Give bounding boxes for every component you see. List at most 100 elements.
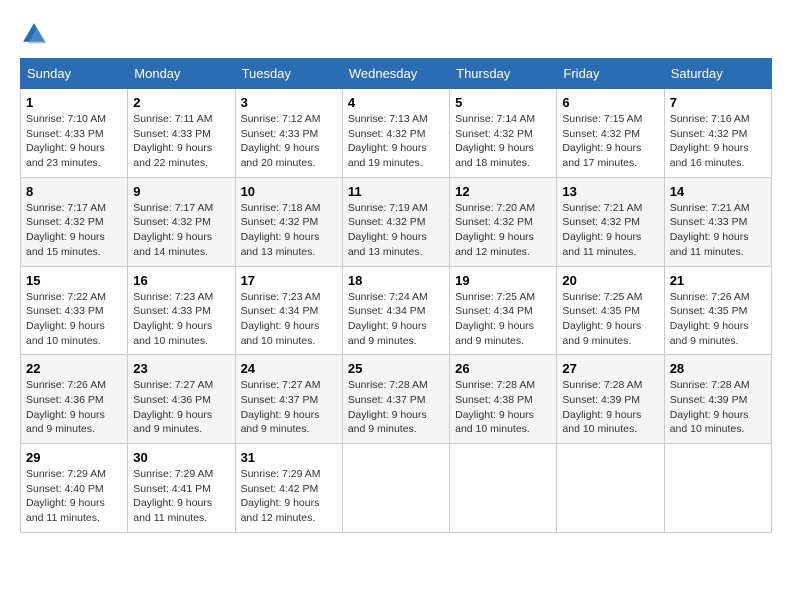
calendar-cell: 9 Sunrise: 7:17 AMSunset: 4:32 PMDayligh… xyxy=(128,177,235,266)
calendar-cell: 19 Sunrise: 7:25 AMSunset: 4:34 PMDaylig… xyxy=(450,266,557,355)
calendar-cell: 15 Sunrise: 7:22 AMSunset: 4:33 PMDaylig… xyxy=(21,266,128,355)
calendar-cell: 8 Sunrise: 7:17 AMSunset: 4:32 PMDayligh… xyxy=(21,177,128,266)
day-info: Sunrise: 7:12 AMSunset: 4:33 PMDaylight:… xyxy=(241,113,321,169)
day-info: Sunrise: 7:28 AMSunset: 4:39 PMDaylight:… xyxy=(562,379,642,435)
calendar-cell: 16 Sunrise: 7:23 AMSunset: 4:33 PMDaylig… xyxy=(128,266,235,355)
calendar-week-1: 1 Sunrise: 7:10 AMSunset: 4:33 PMDayligh… xyxy=(21,89,772,178)
day-info: Sunrise: 7:16 AMSunset: 4:32 PMDaylight:… xyxy=(670,113,750,169)
day-number: 23 xyxy=(133,361,229,376)
calendar-cell: 2 Sunrise: 7:11 AMSunset: 4:33 PMDayligh… xyxy=(128,89,235,178)
calendar-week-3: 15 Sunrise: 7:22 AMSunset: 4:33 PMDaylig… xyxy=(21,266,772,355)
day-info: Sunrise: 7:14 AMSunset: 4:32 PMDaylight:… xyxy=(455,113,535,169)
day-number: 14 xyxy=(670,184,766,199)
day-info: Sunrise: 7:29 AMSunset: 4:41 PMDaylight:… xyxy=(133,468,213,524)
day-number: 1 xyxy=(26,95,122,110)
calendar-cell xyxy=(450,444,557,533)
calendar-cell: 17 Sunrise: 7:23 AMSunset: 4:34 PMDaylig… xyxy=(235,266,342,355)
day-number: 29 xyxy=(26,450,122,465)
day-number: 13 xyxy=(562,184,658,199)
day-info: Sunrise: 7:20 AMSunset: 4:32 PMDaylight:… xyxy=(455,202,535,258)
calendar-week-5: 29 Sunrise: 7:29 AMSunset: 4:40 PMDaylig… xyxy=(21,444,772,533)
day-info: Sunrise: 7:17 AMSunset: 4:32 PMDaylight:… xyxy=(133,202,213,258)
logo xyxy=(20,20,52,48)
logo-icon xyxy=(20,20,48,48)
day-number: 8 xyxy=(26,184,122,199)
day-number: 7 xyxy=(670,95,766,110)
calendar-cell: 11 Sunrise: 7:19 AMSunset: 4:32 PMDaylig… xyxy=(342,177,449,266)
day-info: Sunrise: 7:19 AMSunset: 4:32 PMDaylight:… xyxy=(348,202,428,258)
weekday-header-tuesday: Tuesday xyxy=(235,59,342,89)
day-number: 30 xyxy=(133,450,229,465)
header xyxy=(20,20,772,48)
calendar-cell: 21 Sunrise: 7:26 AMSunset: 4:35 PMDaylig… xyxy=(664,266,771,355)
day-info: Sunrise: 7:28 AMSunset: 4:37 PMDaylight:… xyxy=(348,379,428,435)
calendar-cell xyxy=(664,444,771,533)
day-info: Sunrise: 7:28 AMSunset: 4:39 PMDaylight:… xyxy=(670,379,750,435)
day-info: Sunrise: 7:27 AMSunset: 4:37 PMDaylight:… xyxy=(241,379,321,435)
day-number: 2 xyxy=(133,95,229,110)
day-info: Sunrise: 7:25 AMSunset: 4:35 PMDaylight:… xyxy=(562,291,642,347)
day-info: Sunrise: 7:23 AMSunset: 4:34 PMDaylight:… xyxy=(241,291,321,347)
day-number: 10 xyxy=(241,184,337,199)
day-number: 11 xyxy=(348,184,444,199)
day-info: Sunrise: 7:24 AMSunset: 4:34 PMDaylight:… xyxy=(348,291,428,347)
day-number: 6 xyxy=(562,95,658,110)
day-number: 20 xyxy=(562,273,658,288)
day-info: Sunrise: 7:10 AMSunset: 4:33 PMDaylight:… xyxy=(26,113,106,169)
day-number: 9 xyxy=(133,184,229,199)
day-info: Sunrise: 7:11 AMSunset: 4:33 PMDaylight:… xyxy=(133,113,212,169)
calendar-cell: 28 Sunrise: 7:28 AMSunset: 4:39 PMDaylig… xyxy=(664,355,771,444)
day-info: Sunrise: 7:28 AMSunset: 4:38 PMDaylight:… xyxy=(455,379,535,435)
calendar-cell: 18 Sunrise: 7:24 AMSunset: 4:34 PMDaylig… xyxy=(342,266,449,355)
day-info: Sunrise: 7:25 AMSunset: 4:34 PMDaylight:… xyxy=(455,291,535,347)
day-info: Sunrise: 7:17 AMSunset: 4:32 PMDaylight:… xyxy=(26,202,106,258)
calendar-cell: 12 Sunrise: 7:20 AMSunset: 4:32 PMDaylig… xyxy=(450,177,557,266)
day-number: 5 xyxy=(455,95,551,110)
calendar-cell: 30 Sunrise: 7:29 AMSunset: 4:41 PMDaylig… xyxy=(128,444,235,533)
day-info: Sunrise: 7:18 AMSunset: 4:32 PMDaylight:… xyxy=(241,202,321,258)
calendar-cell: 26 Sunrise: 7:28 AMSunset: 4:38 PMDaylig… xyxy=(450,355,557,444)
day-number: 22 xyxy=(26,361,122,376)
weekday-header-friday: Friday xyxy=(557,59,664,89)
day-info: Sunrise: 7:29 AMSunset: 4:40 PMDaylight:… xyxy=(26,468,106,524)
day-number: 4 xyxy=(348,95,444,110)
calendar-cell: 5 Sunrise: 7:14 AMSunset: 4:32 PMDayligh… xyxy=(450,89,557,178)
day-info: Sunrise: 7:26 AMSunset: 4:36 PMDaylight:… xyxy=(26,379,106,435)
day-info: Sunrise: 7:21 AMSunset: 4:32 PMDaylight:… xyxy=(562,202,642,258)
calendar-cell: 7 Sunrise: 7:16 AMSunset: 4:32 PMDayligh… xyxy=(664,89,771,178)
calendar-cell: 10 Sunrise: 7:18 AMSunset: 4:32 PMDaylig… xyxy=(235,177,342,266)
day-number: 31 xyxy=(241,450,337,465)
day-info: Sunrise: 7:26 AMSunset: 4:35 PMDaylight:… xyxy=(670,291,750,347)
day-info: Sunrise: 7:22 AMSunset: 4:33 PMDaylight:… xyxy=(26,291,106,347)
day-number: 21 xyxy=(670,273,766,288)
calendar-cell: 22 Sunrise: 7:26 AMSunset: 4:36 PMDaylig… xyxy=(21,355,128,444)
calendar-cell xyxy=(557,444,664,533)
day-number: 19 xyxy=(455,273,551,288)
day-info: Sunrise: 7:29 AMSunset: 4:42 PMDaylight:… xyxy=(241,468,321,524)
weekday-header-sunday: Sunday xyxy=(21,59,128,89)
calendar-cell: 1 Sunrise: 7:10 AMSunset: 4:33 PMDayligh… xyxy=(21,89,128,178)
day-info: Sunrise: 7:23 AMSunset: 4:33 PMDaylight:… xyxy=(133,291,213,347)
day-number: 26 xyxy=(455,361,551,376)
calendar-cell: 14 Sunrise: 7:21 AMSunset: 4:33 PMDaylig… xyxy=(664,177,771,266)
calendar-cell xyxy=(342,444,449,533)
day-number: 18 xyxy=(348,273,444,288)
weekday-header-wednesday: Wednesday xyxy=(342,59,449,89)
day-number: 25 xyxy=(348,361,444,376)
weekday-header-monday: Monday xyxy=(128,59,235,89)
day-number: 17 xyxy=(241,273,337,288)
day-info: Sunrise: 7:21 AMSunset: 4:33 PMDaylight:… xyxy=(670,202,750,258)
day-number: 28 xyxy=(670,361,766,376)
calendar-cell: 13 Sunrise: 7:21 AMSunset: 4:32 PMDaylig… xyxy=(557,177,664,266)
calendar-cell: 25 Sunrise: 7:28 AMSunset: 4:37 PMDaylig… xyxy=(342,355,449,444)
day-number: 24 xyxy=(241,361,337,376)
calendar-cell: 3 Sunrise: 7:12 AMSunset: 4:33 PMDayligh… xyxy=(235,89,342,178)
calendar-cell: 6 Sunrise: 7:15 AMSunset: 4:32 PMDayligh… xyxy=(557,89,664,178)
calendar-cell: 29 Sunrise: 7:29 AMSunset: 4:40 PMDaylig… xyxy=(21,444,128,533)
day-info: Sunrise: 7:13 AMSunset: 4:32 PMDaylight:… xyxy=(348,113,428,169)
calendar: SundayMondayTuesdayWednesdayThursdayFrid… xyxy=(20,58,772,533)
calendar-week-4: 22 Sunrise: 7:26 AMSunset: 4:36 PMDaylig… xyxy=(21,355,772,444)
day-number: 15 xyxy=(26,273,122,288)
calendar-cell: 24 Sunrise: 7:27 AMSunset: 4:37 PMDaylig… xyxy=(235,355,342,444)
calendar-cell: 20 Sunrise: 7:25 AMSunset: 4:35 PMDaylig… xyxy=(557,266,664,355)
